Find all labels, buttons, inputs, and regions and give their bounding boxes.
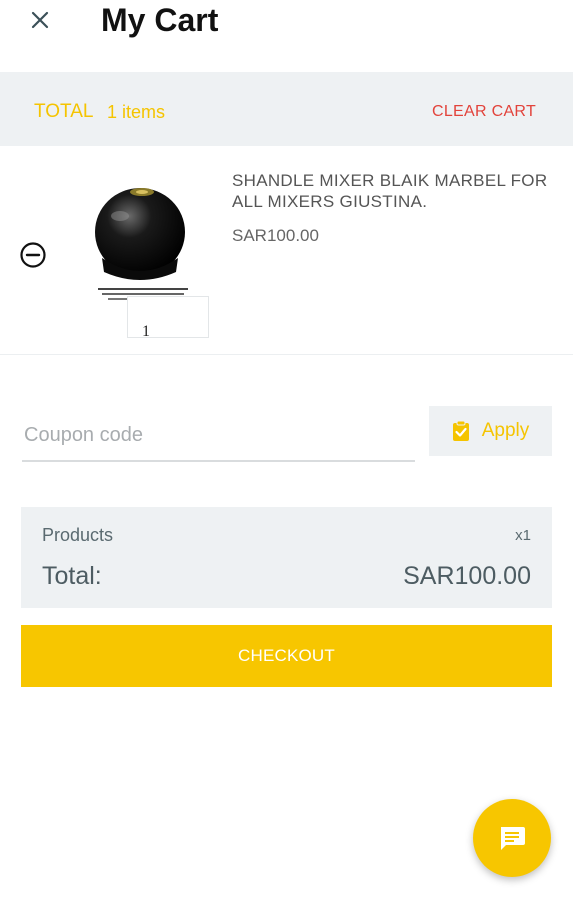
order-summary <box>21 507 552 608</box>
minus-circle-icon[interactable] <box>19 241 47 269</box>
summary-total-value: SAR100.00 <box>403 562 531 590</box>
quantity-value: 1 <box>142 323 150 340</box>
items-count: 1 items <box>107 102 166 122</box>
product-name: SHANDLE MIXER BLAIK MARBEL FOR ALL MIXER… <box>232 171 548 211</box>
chat-icon <box>501 827 525 850</box>
clear-cart-button[interactable]: CLEAR CART <box>432 101 536 123</box>
products-label: Products <box>42 525 114 545</box>
close-button[interactable] <box>24 4 56 36</box>
apply-label: Apply <box>481 420 530 441</box>
products-count: x1 <box>515 527 531 544</box>
total-label: TOTAL <box>34 101 94 122</box>
clipboard-check-icon <box>452 420 469 441</box>
chat-button[interactable] <box>473 799 551 877</box>
product-image <box>95 188 188 300</box>
checkout-button[interactable]: CHECKOUT <box>21 625 552 687</box>
apply-button[interactable]: Apply <box>429 406 552 456</box>
app-header: My Cart <box>0 0 573 72</box>
summary-total-label: Total: <box>42 562 102 590</box>
coupon-input[interactable] <box>22 410 415 462</box>
page-title: My Cart <box>101 2 219 38</box>
quantity-field[interactable] <box>127 296 209 338</box>
product-price: SAR100.00 <box>232 226 319 245</box>
close-icon <box>31 11 49 29</box>
